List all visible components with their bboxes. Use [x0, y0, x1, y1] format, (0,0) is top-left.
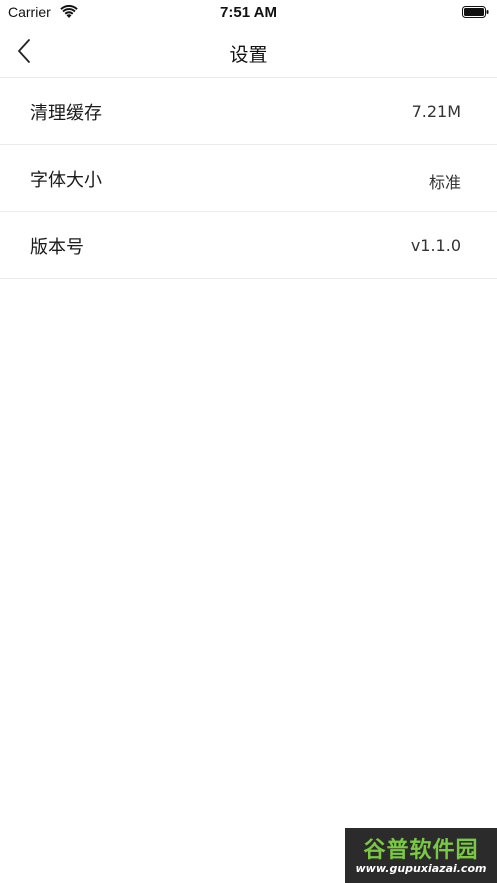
status-bar: Carrier 7:51 AM — [0, 0, 497, 26]
watermark-logo: 谷普软件园 www.gupuxiazai.com — [345, 828, 497, 883]
settings-list: 清理缓存 7.21M 字体大小 标准 版本号 v1.1.0 — [0, 78, 497, 279]
settings-row-label: 清理缓存 — [30, 103, 102, 124]
battery-icon — [462, 6, 489, 18]
settings-row-clear-cache[interactable]: 清理缓存 7.21M — [0, 78, 497, 145]
settings-row-label: 字体大小 — [30, 170, 102, 191]
watermark-url: www.gupuxiazai.com — [355, 862, 487, 875]
page-title: 设置 — [229, 44, 268, 66]
font-size-value: 标准 — [428, 173, 461, 192]
settings-row-version[interactable]: 版本号 v1.1.0 — [0, 212, 497, 279]
status-time: 7:51 AM — [220, 4, 277, 21]
watermark-name: 谷普软件园 — [363, 838, 479, 863]
cache-size-value: 7.21M — [411, 102, 461, 121]
navigation-bar: 设置 — [0, 26, 497, 78]
version-value: v1.1.0 — [410, 236, 461, 255]
settings-row-label: 版本号 — [30, 237, 84, 258]
settings-row-font-size[interactable]: 字体大小 标准 — [0, 145, 497, 212]
